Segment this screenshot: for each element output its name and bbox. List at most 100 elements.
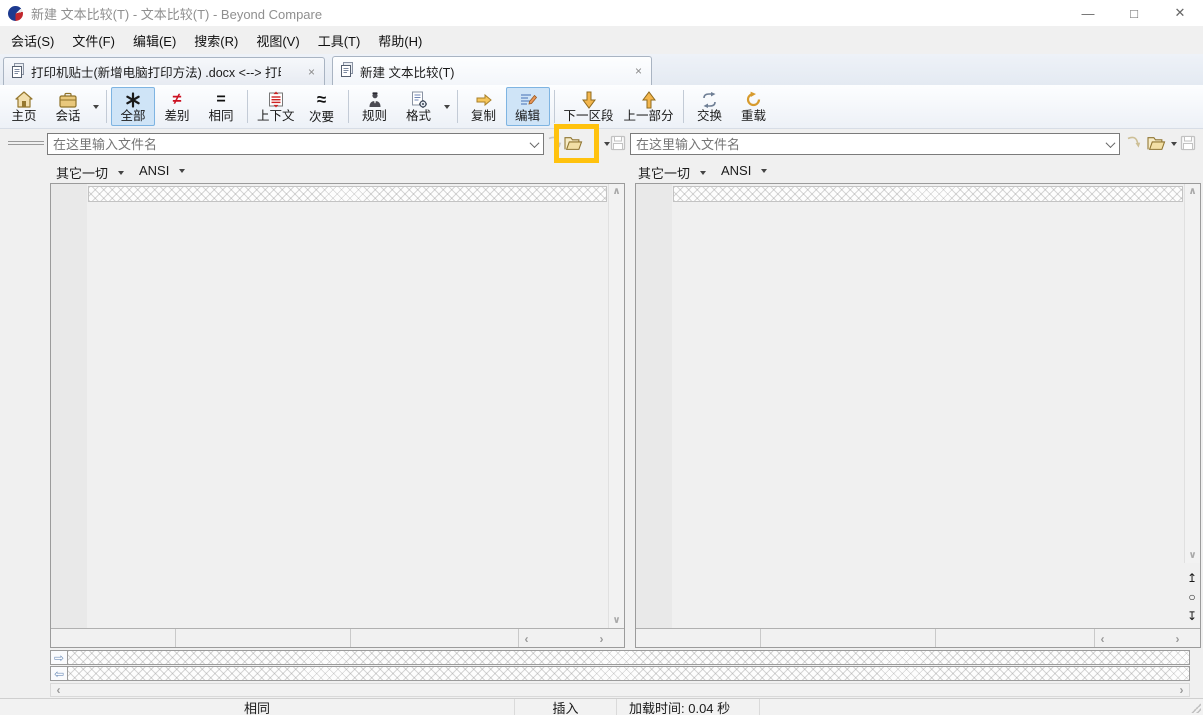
tab-close-icon[interactable]: × — [632, 64, 645, 78]
button-label: 复制 — [471, 109, 496, 124]
button-label: 主页 — [11, 109, 36, 124]
format-button[interactable]: 格式 — [397, 87, 441, 126]
right-encoding-dropdown[interactable]: ANSI — [717, 161, 774, 180]
menu-view[interactable]: 视图(V) — [247, 27, 308, 54]
menu-session[interactable]: 会话(S) — [2, 27, 63, 54]
left-recent-swap-icon[interactable] — [547, 135, 562, 150]
context-lines-icon — [267, 90, 285, 109]
right-file-path-input[interactable] — [631, 137, 1101, 152]
scroll-right-icon[interactable]: › — [594, 630, 609, 647]
title-bar: 新建 文本比较(T) - 文本比较(T) - Beyond Compare — … — [0, 0, 1203, 26]
scroll-left-icon[interactable]: ‹ — [51, 684, 66, 696]
show-all-button[interactable]: 全部 — [111, 87, 155, 126]
right-vertical-scrollbar[interactable]: ∧ ∨ — [1184, 184, 1200, 563]
sessions-button[interactable]: 会话 — [46, 87, 90, 126]
tab-docx-compare[interactable]: 打印机贴士(新增电脑打印方法) .docx <--> 打印... × — [3, 57, 325, 85]
tab-new-text-compare[interactable]: 新建 文本比较(T) × — [332, 56, 652, 85]
up-arrow-icon — [642, 90, 656, 109]
jump-last-diff-icon[interactable]: ↧ — [1184, 607, 1200, 624]
scroll-right-icon[interactable]: › — [1170, 630, 1185, 647]
show-same-button[interactable]: = 相同 — [199, 87, 243, 126]
right-compare-pane[interactable]: ∧ ∨ ↥ ○ ↧ ‹ › — [635, 183, 1201, 648]
menu-tools[interactable]: 工具(T) — [309, 27, 370, 54]
right-recent-swap-icon[interactable] — [1126, 135, 1141, 150]
compare-doc-icon — [11, 63, 25, 81]
left-browse-folder-button[interactable] — [563, 135, 583, 151]
detail-horizontal-scrollbar[interactable]: ‹ › — [50, 683, 1190, 697]
menu-search[interactable]: 搜索(R) — [185, 27, 247, 54]
format-dropdown-icon[interactable] — [444, 105, 450, 109]
show-differences-button[interactable]: ≠ 差别 — [155, 87, 199, 126]
context-button[interactable]: 上下文 — [252, 87, 300, 126]
resize-grip-icon[interactable] — [1191, 703, 1201, 713]
right-file-format-dropdown[interactable]: 其它一切 — [634, 161, 713, 184]
path-row-grip[interactable] — [8, 141, 44, 147]
right-file-path-combobox[interactable] — [630, 133, 1120, 155]
button-label: 规则 — [362, 109, 387, 124]
scroll-right-icon[interactable]: › — [1174, 684, 1189, 696]
edit-mode-status: 插入 — [515, 699, 617, 715]
home-button[interactable]: 主页 — [2, 87, 46, 126]
window-title: 新建 文本比较(T) - 文本比较(T) - Beyond Compare — [31, 4, 322, 23]
right-horizontal-scrollbar[interactable]: ‹ › — [1095, 630, 1185, 647]
left-file-path-combobox[interactable] — [47, 133, 544, 155]
close-button[interactable]: ✕ — [1157, 0, 1203, 26]
left-file-format-dropdown[interactable]: 其它一切 — [52, 161, 131, 184]
jump-current-icon[interactable]: ○ — [1184, 588, 1200, 605]
button-label: 上一部分 — [624, 109, 674, 124]
button-label: 上下文 — [257, 109, 295, 124]
copy-right-arrow-icon — [475, 90, 493, 109]
document-gear-icon — [410, 90, 428, 109]
right-browse-dropdown-icon[interactable] — [1171, 142, 1177, 146]
copy-to-right-icon[interactable]: ⇨ — [51, 651, 68, 664]
left-file-path-input[interactable] — [48, 137, 525, 152]
tab-close-icon[interactable]: × — [305, 65, 318, 79]
maximize-button[interactable]: □ — [1111, 0, 1157, 26]
combo-dropdown-icon[interactable] — [1101, 141, 1119, 148]
edit-button[interactable]: 编辑 — [506, 87, 550, 126]
left-horizontal-scrollbar[interactable]: ‹ › — [519, 630, 609, 647]
session-tab-bar: 打印机贴士(新增电脑打印方法) .docx <--> 打印... × 新建 文本… — [0, 54, 1203, 85]
button-label: 全部 — [120, 109, 145, 124]
scroll-up-icon[interactable]: ∧ — [1185, 184, 1200, 199]
scroll-left-icon[interactable]: ‹ — [1095, 630, 1110, 647]
menu-help[interactable]: 帮助(H) — [369, 27, 431, 54]
minor-button[interactable]: ≈ 次要 — [300, 87, 344, 126]
previous-part-button[interactable]: 上一部分 — [619, 87, 679, 126]
right-pane-status-strip: ‹ › — [636, 628, 1200, 647]
left-compare-pane[interactable]: ∧ ∨ ‹ › — [50, 183, 625, 648]
menu-edit[interactable]: 编辑(E) — [124, 27, 185, 54]
sessions-dropdown-icon[interactable] — [93, 105, 99, 109]
pencil-edit-icon — [519, 90, 537, 109]
combo-dropdown-icon[interactable] — [525, 141, 543, 148]
next-section-button[interactable]: 下一区段 — [559, 87, 619, 126]
minimize-button[interactable]: — — [1065, 0, 1111, 26]
copy-button[interactable]: 复制 — [462, 87, 506, 126]
approx-icon: ≈ — [317, 90, 326, 110]
compare-doc-icon — [340, 62, 354, 80]
format-filter-row: 其它一切 ANSI 其它一切 ANSI — [0, 159, 1203, 183]
status-cell — [351, 629, 519, 647]
scroll-down-icon[interactable]: ∨ — [609, 613, 624, 628]
button-label: 差别 — [164, 109, 189, 124]
left-pane-status-strip: ‹ › — [51, 628, 624, 647]
menu-file[interactable]: 文件(F) — [63, 27, 124, 54]
equal-icon: = — [216, 90, 225, 109]
jump-first-diff-icon[interactable]: ↥ — [1184, 569, 1200, 586]
left-encoding-dropdown[interactable]: ANSI — [135, 161, 192, 180]
button-label: 编辑 — [515, 109, 540, 124]
scroll-down-icon[interactable]: ∨ — [1185, 548, 1200, 563]
rules-button[interactable]: 规则 — [353, 87, 397, 126]
status-cell — [761, 629, 936, 647]
left-vertical-scrollbar[interactable]: ∧ ∨ — [608, 184, 624, 628]
scroll-up-icon[interactable]: ∧ — [609, 184, 624, 199]
status-bar: 相同 插入 加载时间: 0.04 秒 — [0, 698, 1203, 715]
copy-to-left-icon[interactable]: ⇦ — [51, 667, 68, 680]
right-save-icon — [1180, 135, 1196, 151]
swap-button[interactable]: 交换 — [688, 87, 732, 126]
reload-button[interactable]: 重载 — [732, 87, 776, 126]
left-save-icon — [610, 135, 626, 151]
right-browse-folder-button[interactable] — [1146, 135, 1166, 151]
scroll-left-icon[interactable]: ‹ — [519, 630, 534, 647]
reload-icon — [745, 90, 762, 109]
